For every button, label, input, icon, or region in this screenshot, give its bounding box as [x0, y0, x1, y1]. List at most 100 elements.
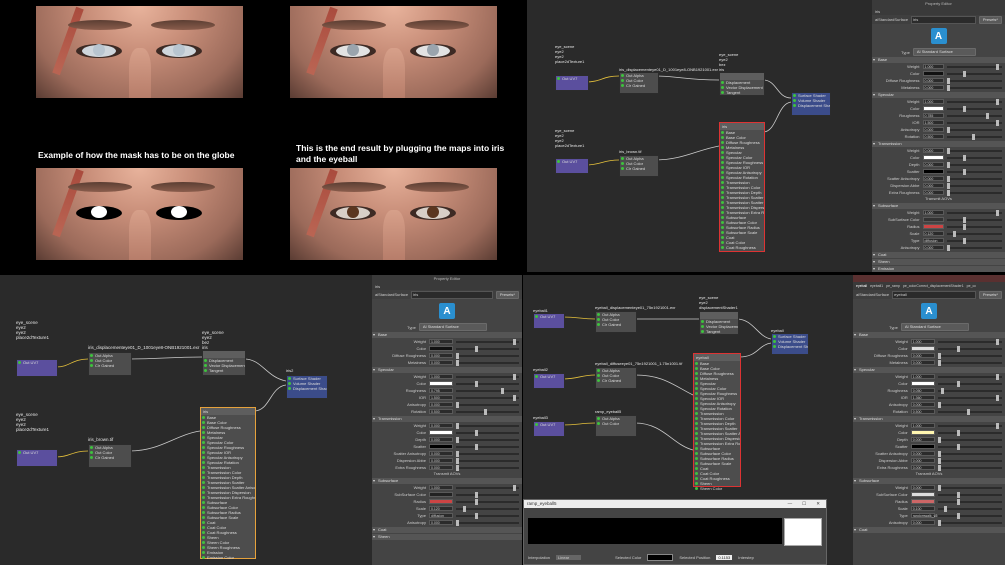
color-swatch[interactable] [910, 381, 936, 386]
attribute-slider[interactable] [938, 457, 1002, 464]
section-header[interactable]: Sheen [372, 534, 522, 540]
attribute-row[interactable]: Dispersion Abbe 0.000 [372, 457, 522, 464]
attribute-value-field[interactable]: 0.000 [910, 437, 936, 442]
shader-input-port[interactable]: Coat Roughness [720, 245, 764, 250]
attribute-value-field[interactable]: 0.000 [910, 451, 936, 456]
pe-br-tab[interactable]: eyeball [856, 284, 867, 288]
br-file-node-diffuse[interactable]: Out Alpha Out Color Clr Gained [595, 367, 637, 389]
pe-br-name-field[interactable]: eyeball [892, 290, 976, 299]
color-swatch[interactable] [922, 71, 944, 76]
attribute-slider[interactable] [456, 338, 519, 345]
attribute-slider[interactable] [946, 154, 1002, 161]
attribute-value-field[interactable]: 0.500 [910, 409, 936, 414]
attribute-row[interactable]: Weight 1.000 [372, 373, 522, 380]
section-header[interactable]: Coat [872, 252, 1005, 258]
bl-shading-group-node[interactable]: Surface Shader Volume Shader Displacement … [286, 375, 328, 399]
pe-br-presets-button[interactable]: Presets* [978, 290, 1002, 299]
attribute-row[interactable]: Weight 1.000 [872, 98, 1005, 105]
attribute-slider[interactable] [456, 380, 519, 387]
attribute-slider[interactable] [456, 373, 519, 380]
section-header[interactable]: Emission [872, 266, 1005, 272]
section-header[interactable]: Coat [853, 527, 1005, 533]
attribute-value-field[interactable]: 1.000 [429, 339, 453, 344]
pe-br-tab[interactable]: pe_ramp [886, 284, 900, 288]
attribute-value-field[interactable]: 1.360 [910, 395, 936, 400]
attribute-slider[interactable] [946, 230, 1002, 237]
attribute-row[interactable]: SubSurface Color [372, 491, 522, 498]
attribute-slider[interactable] [938, 401, 1002, 408]
attribute-row[interactable]: Roughness 0.050 [853, 387, 1005, 394]
shader-input-port[interactable]: Emission Color [201, 555, 255, 560]
attribute-slider[interactable] [456, 422, 519, 429]
attribute-slider[interactable] [938, 408, 1002, 415]
pe-br-tab[interactable]: pe_colorCorrect_displacementShader1 [903, 284, 964, 288]
attribute-slider[interactable] [946, 112, 1002, 119]
attribute-slider[interactable] [946, 161, 1002, 168]
attribute-row[interactable]: Color [372, 429, 522, 436]
attribute-row[interactable]: Extra Roughness 0.000 [872, 189, 1005, 196]
attribute-value-field[interactable]: 0.000 [910, 465, 936, 470]
attribute-row[interactable]: Extra Roughness 0.000 [372, 464, 522, 471]
attribute-row[interactable]: Radius [853, 498, 1005, 505]
attribute-row[interactable]: Dispersion Abbe 0.000 [853, 457, 1005, 464]
attribute-slider[interactable] [938, 338, 1002, 345]
color-swatch[interactable] [922, 155, 944, 160]
attribute-slider[interactable] [938, 512, 1002, 519]
attribute-value-field[interactable]: diffusion [922, 238, 944, 243]
property-editor-bottom-left[interactable]: Property Editor iris aiStandardSurface i… [372, 275, 522, 565]
attribute-slider[interactable] [946, 63, 1002, 70]
attribute-value-field[interactable]: 0.000 [910, 402, 936, 407]
attribute-value-field[interactable]: 0.000 [429, 520, 453, 525]
node-editor-bottom-left[interactable]: eye_scene eye2 eye2 place2dTexture1 Out UV7… [0, 275, 372, 565]
attribute-slider[interactable] [938, 498, 1002, 505]
shading-group-node[interactable]: Surface Shader Volume Shader Displacement … [791, 92, 831, 116]
attribute-row[interactable]: Type diffusion [372, 512, 522, 519]
attribute-value-field[interactable]: 1.000 [429, 374, 453, 379]
attribute-row[interactable]: Roughness 0.795 [372, 387, 522, 394]
minimize-icon[interactable]: — [788, 500, 793, 508]
attribute-slider[interactable] [946, 182, 1002, 189]
attribute-row[interactable]: Weight 1.000 [372, 484, 522, 491]
attribute-value-field[interactable]: 0.000 [922, 190, 944, 195]
attribute-row[interactable]: IOR 1.500 [372, 394, 522, 401]
attribute-row[interactable]: Scatter Anisotropy 0.000 [872, 175, 1005, 182]
attribute-slider[interactable] [456, 464, 519, 471]
attribute-slider[interactable] [938, 380, 1002, 387]
place2d-node-b[interactable]: Out UV7 [555, 158, 589, 174]
node-editor-bottom-right[interactable]: eyeball1 Out UV7 eyeball_displacementeye… [523, 275, 853, 565]
ramp-editor-window[interactable]: ramp_eyeball5 — ☐ ✕ Interpolation Linear… [523, 499, 827, 565]
attribute-slider[interactable] [456, 457, 519, 464]
attribute-slider[interactable] [456, 484, 519, 491]
pe-tab-iris[interactable]: iris [875, 9, 880, 14]
attribute-row[interactable]: Anisotropy 0.000 [372, 519, 522, 526]
attribute-slider[interactable] [938, 373, 1002, 380]
attribute-slider[interactable] [946, 105, 1002, 112]
attribute-slider[interactable] [456, 401, 519, 408]
attribute-row[interactable]: Weight 1.000 [853, 422, 1005, 429]
attribute-slider[interactable] [456, 491, 519, 498]
attribute-row[interactable]: Type randomwalk_v2 [853, 512, 1005, 519]
attribute-row[interactable]: Anisotropy 0.000 [872, 126, 1005, 133]
attribute-value-field[interactable]: 0.000 [429, 360, 453, 365]
attribute-row[interactable]: Scatter [872, 168, 1005, 175]
pe-bl-tab[interactable]: iris [375, 284, 380, 289]
attribute-value-field[interactable]: 0.000 [910, 458, 936, 463]
attribute-value-field[interactable]: diffusion [429, 513, 453, 518]
attribute-row[interactable]: Depth 0.000 [853, 436, 1005, 443]
attribute-row[interactable]: Color [372, 345, 522, 352]
attribute-slider[interactable] [456, 429, 519, 436]
attribute-slider[interactable] [938, 387, 1002, 394]
attribute-value-field[interactable]: 1.000 [910, 374, 936, 379]
attribute-slider[interactable] [946, 119, 1002, 126]
attribute-slider[interactable] [456, 443, 519, 450]
node-editor-top[interactable]: eye_scene eye2 eye2 place2dTexture1 Out UV7… [527, 0, 872, 272]
attribute-value-field[interactable]: 0.785 [922, 113, 944, 118]
bl-place2d-node-b[interactable]: Out UV7 [16, 449, 58, 467]
attribute-value-field[interactable]: 0.000 [922, 78, 944, 83]
attribute-slider[interactable] [456, 519, 519, 526]
file-node-displacement[interactable]: Out Alpha Out Color Clr Gained [619, 72, 659, 94]
attribute-value-field[interactable]: 0.000 [429, 437, 453, 442]
section-header[interactable]: Sheen [872, 259, 1005, 265]
close-icon[interactable]: ✕ [816, 500, 820, 508]
br-place2d-node-2[interactable]: Out UV7 [533, 373, 565, 389]
